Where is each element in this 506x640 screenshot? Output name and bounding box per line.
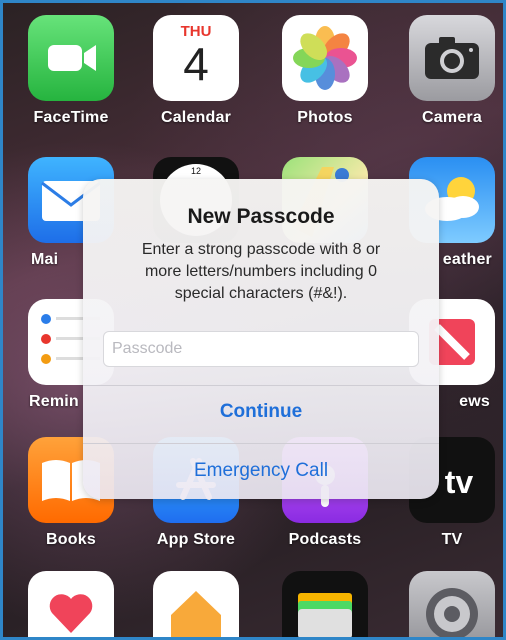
dialog-separator (83, 385, 439, 386)
app-settings[interactable] (408, 571, 496, 637)
books-label: Books (46, 531, 96, 548)
camera-icon (409, 15, 495, 101)
tv-label: TV (441, 531, 463, 548)
wallet-icon (282, 571, 368, 637)
tv-logo-text: tv (445, 464, 474, 500)
calendar-icon: THU 4 (153, 15, 239, 101)
app-health[interactable] (27, 571, 115, 637)
photos-icon (282, 15, 368, 101)
app-wallet[interactable] (281, 571, 369, 637)
emergency-call-button[interactable]: Emergency Call (83, 460, 439, 482)
clock-tick-label: 12 (191, 166, 201, 176)
dialog-message-line-1: Enter a strong passcode with 8 or (141, 241, 381, 258)
facetime-icon (28, 15, 114, 101)
calendar-label: Calendar (160, 109, 232, 126)
dialog-message-line-2: more letters/numbers including 0 (144, 263, 378, 280)
dialog-message: Enter a strong passcode with 8 or more l… (111, 239, 411, 305)
app-home[interactable] (152, 571, 240, 637)
app-store-label: App Store (156, 531, 236, 548)
settings-gear-icon (409, 571, 495, 637)
app-camera[interactable]: Camera (408, 15, 496, 127)
passcode-input[interactable] (103, 331, 419, 367)
health-icon (28, 571, 114, 637)
facetime-label: FaceTime (33, 109, 109, 126)
home-app-icon (153, 571, 239, 637)
calendar-date: 4 (183, 38, 209, 90)
home-screen: FaceTime THU 4 Calendar Photos Camera Ma… (0, 0, 506, 640)
continue-button[interactable]: Continue (83, 401, 439, 423)
photos-label: Photos (297, 109, 353, 126)
dialog-title: New Passcode (187, 205, 335, 228)
podcasts-label: Podcasts (288, 531, 362, 548)
dialog-separator (83, 443, 439, 444)
app-calendar[interactable]: THU 4 Calendar (152, 15, 240, 127)
app-facetime[interactable]: FaceTime (27, 15, 115, 127)
camera-label: Camera (422, 109, 482, 126)
new-passcode-dialog: New Passcode Enter a strong passcode wit… (83, 179, 439, 499)
app-photos[interactable]: Photos (281, 15, 369, 127)
dialog-message-line-3: special characters (#&!). (174, 285, 348, 302)
